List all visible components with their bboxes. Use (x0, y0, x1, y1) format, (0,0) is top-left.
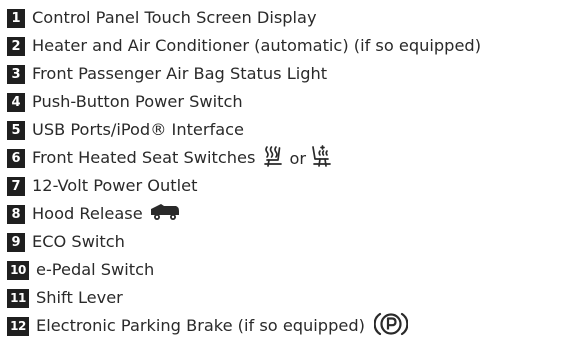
legend-item: 4 Push-Button Power Switch (7, 90, 243, 114)
item-number: 10 (7, 260, 29, 280)
legend-item: 5 USB Ports/iPod® Interface (7, 118, 244, 142)
item-number: 5 (7, 120, 25, 140)
legend-item: 9 ECO Switch (7, 230, 125, 254)
heated-seat-backrest-icon (311, 145, 333, 171)
hood-release-icon (150, 203, 180, 225)
item-number: 2 (7, 36, 25, 56)
legend-item: 7 12-Volt Power Outlet (7, 174, 197, 198)
item-label: ECO Switch (32, 232, 125, 251)
item-label: Electronic Parking Brake (if so equipped… (36, 316, 365, 335)
item-number: 9 (7, 232, 25, 252)
legend-item: 1 Control Panel Touch Screen Display (7, 6, 317, 30)
item-number: 1 (7, 8, 25, 28)
item-number: 11 (7, 288, 29, 308)
item-label: USB Ports/iPod® Interface (32, 120, 245, 139)
item-number: 12 (7, 316, 29, 336)
icon-separator: or (289, 148, 306, 168)
legend-item: 12 Electronic Parking Brake (if so equip… (7, 311, 409, 341)
legend-item: 10 e-Pedal Switch (7, 258, 154, 282)
item-label: Hood Release (32, 204, 143, 223)
legend-item: 8 Hood Release (7, 202, 180, 226)
item-label: 12-Volt Power Outlet (32, 176, 198, 195)
item-label: Push-Button Power Switch (32, 92, 243, 111)
item-number: 7 (7, 176, 25, 196)
item-label: Front Passenger Air Bag Status Light (32, 64, 328, 83)
item-number: 4 (7, 92, 25, 112)
item-label: Heater and Air Conditioner (automatic) (… (32, 36, 482, 55)
item-label: Shift Lever (36, 288, 123, 307)
item-label: e-Pedal Switch (36, 260, 155, 279)
legend-item: 2 Heater and Air Conditioner (automatic)… (7, 34, 481, 58)
legend-item: 6 Front Heated Seat Switches or (7, 145, 333, 171)
legend-item: 11 Shift Lever (7, 286, 123, 310)
item-number: 8 (7, 204, 25, 224)
item-label: Control Panel Touch Screen Display (32, 8, 317, 27)
item-label: Front Heated Seat Switches (32, 148, 256, 167)
legend-item: 3 Front Passenger Air Bag Status Light (7, 62, 327, 86)
parking-brake-icon (373, 311, 409, 341)
item-number: 6 (7, 148, 25, 168)
heated-seat-icon (262, 145, 284, 171)
item-number: 3 (7, 64, 25, 84)
